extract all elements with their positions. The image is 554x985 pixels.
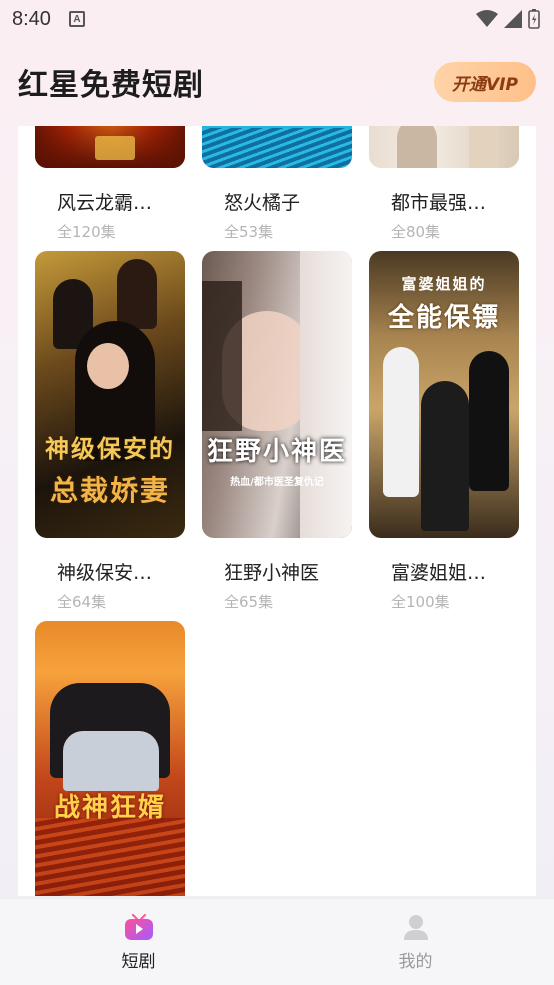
user-icon [403,915,428,940]
poster-title: 战神狂婿 [53,793,166,823]
drama-episodes: 全80集 [391,223,441,241]
tab-label: 短剧 [121,952,156,972]
drama-title: 神级保安… [57,562,153,584]
drama-title: 富婆姐姐… [391,562,487,584]
drama-card[interactable]: 神级保安的 总裁娇妻 神级保安… 全64集 [35,251,185,612]
drama-list: 风云龙霸… 全120集 怒火橘子 全53集 都市最强… 全80集 神级保安的 总… [18,126,536,896]
page-title: 红星免费短剧 [18,68,204,103]
drama-card[interactable]: 怒火橘子 全53集 [202,126,352,242]
drama-title: 都市最强… [391,192,487,214]
drama-card[interactable]: 狂野小神医 热血/都市医圣复仇记 狂野小神医 全65集 [202,251,352,612]
poster-subtitle: 热血/都市医圣复仇记 [230,477,324,488]
drama-poster[interactable]: 富婆姐姐的 全能保镖 [369,251,519,538]
poster-title: 全能保镖 [387,303,500,333]
tab-drama[interactable]: 短剧 [0,899,277,985]
app-header: 红星免费短剧 开通VIP [0,58,554,106]
open-vip-button[interactable]: 开通VIP [434,62,536,102]
notification-icon: A [68,11,85,27]
drama-episodes: 全65集 [224,593,274,611]
drama-title: 狂野小神医 [224,562,320,584]
drama-episodes: 全120集 [57,223,116,241]
drama-poster[interactable] [35,126,185,168]
tab-mine[interactable]: 我的 [277,899,554,985]
drama-episodes: 全53集 [224,223,274,241]
drama-poster[interactable] [369,126,519,168]
drama-card[interactable]: 富婆姐姐的 全能保镖 富婆姐姐… 全100集 [369,251,519,612]
status-bar: 8:40 A [0,0,554,38]
poster-title: 富婆姐姐的 [401,275,487,293]
wifi-icon [476,10,498,27]
drama-card[interactable]: 战神狂婿 [35,621,185,896]
bottom-tab-bar: 短剧 我的 [0,898,554,985]
drama-poster[interactable]: 神级保安的 总裁娇妻 [35,251,185,538]
drama-episodes: 全64集 [57,593,107,611]
drama-title: 怒火橘子 [224,192,301,214]
signal-icon [504,10,522,28]
drama-poster[interactable]: 战神狂婿 [35,621,185,896]
poster-title: 狂野小神医 [206,437,347,467]
drama-card[interactable]: 风云龙霸… 全120集 [35,126,185,242]
drama-card[interactable]: 都市最强… 全80集 [369,126,519,242]
status-time: 8:40 [12,7,51,30]
battery-icon [528,9,540,29]
drama-title: 风云龙霸… [57,192,153,214]
tv-play-icon [124,913,153,940]
drama-poster[interactable] [202,126,352,168]
drama-episodes: 全100集 [391,593,450,611]
poster-title: 总裁娇妻 [49,474,170,507]
tab-label: 我的 [398,952,433,972]
drama-poster[interactable]: 狂野小神医 热血/都市医圣复仇记 [202,251,352,538]
poster-title: 神级保安的 [45,435,175,463]
